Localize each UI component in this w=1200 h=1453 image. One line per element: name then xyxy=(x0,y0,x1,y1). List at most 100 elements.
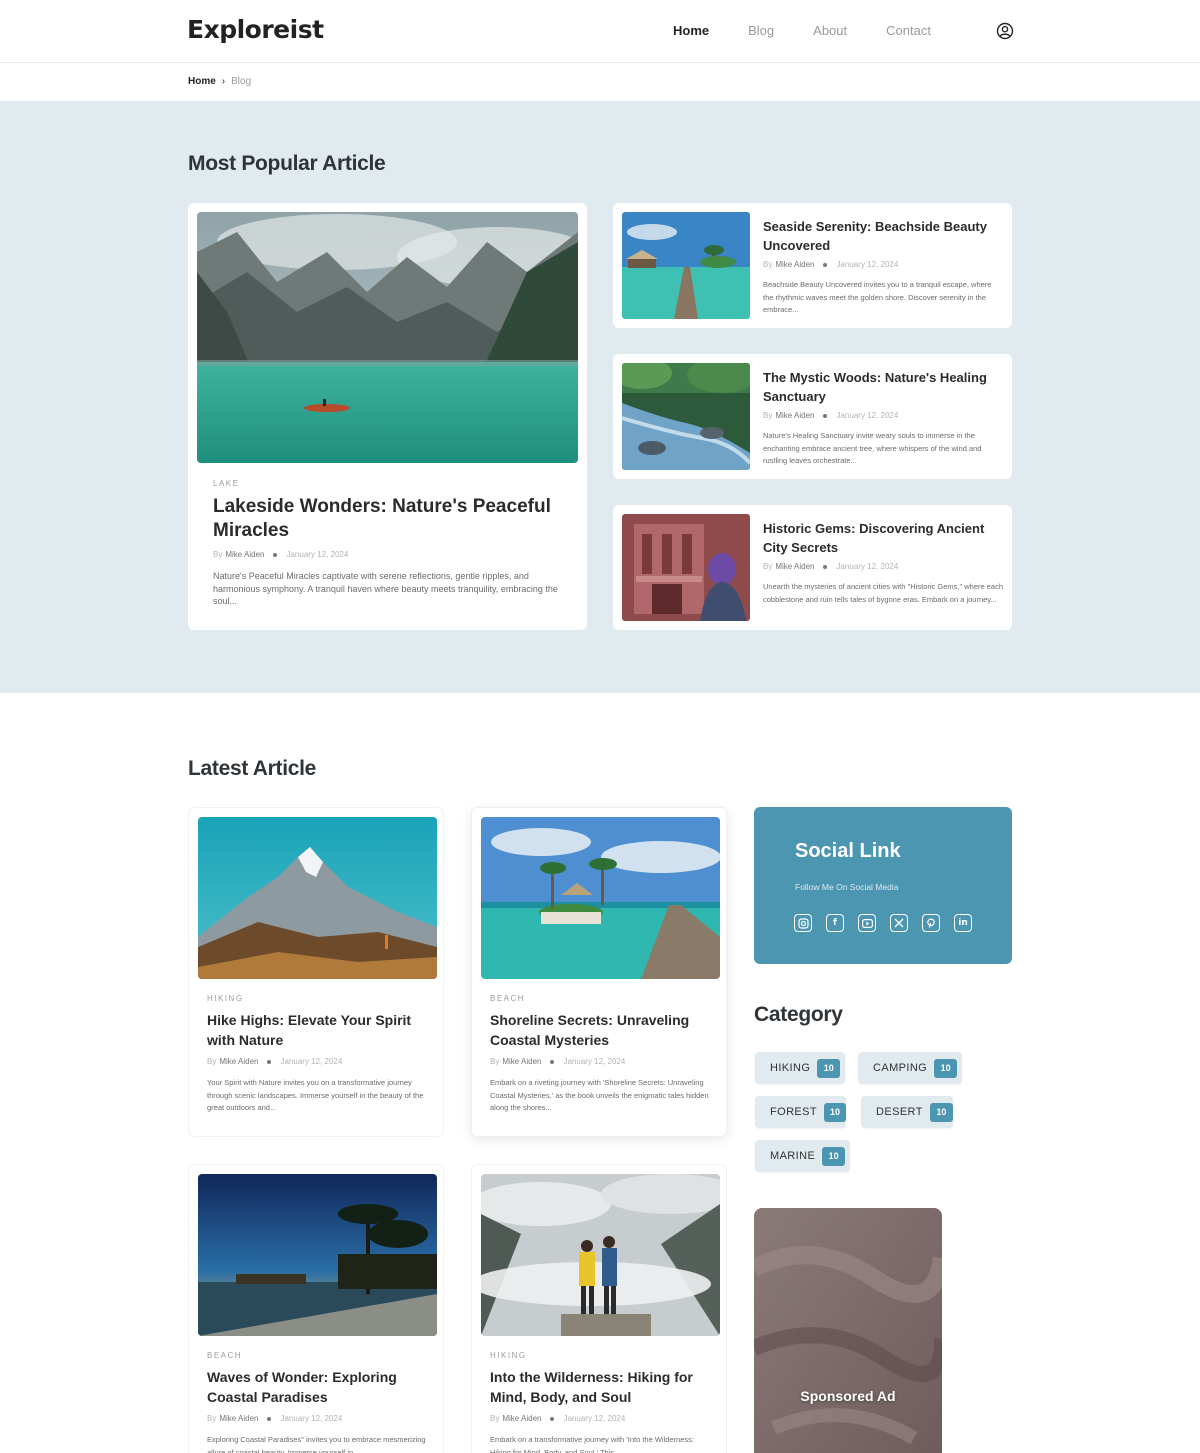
article-meta: By Mike Aiden January 12, 2024 xyxy=(763,411,898,420)
article-title[interactable]: Shoreline Secrets: Unraveling Coastal My… xyxy=(490,1010,715,1050)
meta-date: January 12, 2024 xyxy=(280,1057,343,1066)
category-count-badge: 10 xyxy=(824,1102,846,1122)
article-image[interactable] xyxy=(481,1174,720,1336)
meta-dot xyxy=(823,564,828,569)
category-label: HIKING xyxy=(770,1062,811,1074)
meta-date: January 12, 2024 xyxy=(836,562,899,571)
category-label: MARINE xyxy=(770,1150,816,1162)
breadcrumb-current: Blog xyxy=(231,76,252,87)
nav-blog[interactable]: Blog xyxy=(748,23,774,38)
meta-by: By xyxy=(763,260,773,269)
latest-heading: Latest Article xyxy=(188,757,317,780)
facebook-icon[interactable]: f xyxy=(826,914,844,932)
article-excerpt: Unearth the mysteries of ancient cities … xyxy=(763,582,1003,604)
meta-dot xyxy=(823,262,828,267)
meta-dot xyxy=(550,1416,555,1421)
youtube-icon[interactable] xyxy=(858,914,876,932)
category-count-badge: 10 xyxy=(929,1102,953,1122)
meta-author[interactable]: Mike Aiden xyxy=(502,1414,541,1423)
article-meta: By Mike Aiden January 12, 2024 xyxy=(207,1414,342,1423)
sponsored-ad-label: Sponsored Ad xyxy=(800,1388,896,1404)
category-chip-camping[interactable]: CAMPING 10 xyxy=(858,1052,962,1084)
meta-date: January 12, 2024 xyxy=(563,1057,626,1066)
meta-author[interactable]: Mike Aiden xyxy=(775,411,814,420)
article-meta: By Mike Aiden January 12, 2024 xyxy=(763,260,898,269)
latest-article-card[interactable]: HIKING Into the Wilderness: Hiking for M… xyxy=(471,1164,727,1453)
category-heading: Category xyxy=(754,1003,843,1026)
social-title: Social Link xyxy=(795,840,901,862)
social-link-box: Social Link Follow Me On Social Media f … xyxy=(754,807,1012,964)
latest-article-card[interactable]: BEACH Shoreline Secrets: Unraveling Coas… xyxy=(471,807,727,1137)
latest-article-card[interactable]: BEACH Waves of Wonder: Exploring Coastal… xyxy=(188,1164,444,1453)
category-count-badge: 10 xyxy=(817,1058,841,1078)
meta-date: January 12, 2024 xyxy=(280,1414,343,1423)
article-image[interactable] xyxy=(198,817,437,979)
site-logo[interactable]: Exploreist xyxy=(187,15,324,44)
x-icon[interactable] xyxy=(890,914,908,932)
latest-article-card[interactable]: HIKING Hike Highs: Elevate Your Spirit w… xyxy=(188,807,444,1137)
meta-author[interactable]: Mike Aiden xyxy=(219,1057,258,1066)
meta-dot xyxy=(267,1416,272,1421)
popular-section xyxy=(0,101,1200,693)
meta-author[interactable]: Mike Aiden xyxy=(225,550,264,559)
nav-about[interactable]: About xyxy=(813,23,847,38)
meta-by: By xyxy=(763,562,773,571)
breadcrumb-home[interactable]: Home xyxy=(188,76,216,87)
article-title[interactable]: Hike Highs: Elevate Your Spirit with Nat… xyxy=(207,1010,432,1050)
article-image[interactable] xyxy=(622,514,750,621)
featured-article-image[interactable] xyxy=(197,212,578,463)
popular-side-card[interactable]: Historic Gems: Discovering Ancient City … xyxy=(613,505,1012,630)
meta-dot xyxy=(550,1059,555,1064)
article-image[interactable] xyxy=(481,817,720,979)
article-tag: HIKING xyxy=(490,1351,527,1360)
nav-contact[interactable]: Contact xyxy=(886,23,931,38)
social-subtitle: Follow Me On Social Media xyxy=(795,882,899,892)
article-title[interactable]: Waves of Wonder: Exploring Coastal Parad… xyxy=(207,1367,432,1407)
article-title[interactable]: Into the Wilderness: Hiking for Mind, Bo… xyxy=(490,1367,715,1407)
meta-by: By xyxy=(490,1414,500,1423)
meta-dot xyxy=(267,1059,272,1064)
category-chip-forest[interactable]: FOREST 10 xyxy=(755,1096,846,1128)
pinterest-icon[interactable] xyxy=(922,914,940,932)
category-chip-desert[interactable]: DESERT 10 xyxy=(861,1096,953,1128)
article-tag: BEACH xyxy=(207,1351,243,1360)
meta-by: By xyxy=(490,1057,500,1066)
article-excerpt: Your Spirit with Nature invites you on a… xyxy=(207,1078,424,1112)
meta-author[interactable]: Mike Aiden xyxy=(775,260,814,269)
article-excerpt: Exploring Coastal Paradises" invites you… xyxy=(207,1435,426,1453)
meta-dot xyxy=(823,413,828,418)
linkedin-icon[interactable]: in xyxy=(954,914,972,932)
article-title[interactable]: Seaside Serenity: Beachside Beauty Uncov… xyxy=(763,217,998,255)
article-tag: LAKE xyxy=(213,479,240,488)
popular-side-card[interactable]: Seaside Serenity: Beachside Beauty Uncov… xyxy=(613,203,1012,328)
category-chip-marine[interactable]: MARINE 10 xyxy=(755,1140,850,1172)
popular-side-card[interactable]: The Mystic Woods: Nature's Healing Sanct… xyxy=(613,354,1012,479)
meta-author[interactable]: Mike Aiden xyxy=(502,1057,541,1066)
breadcrumb: Home › Blog xyxy=(188,76,251,87)
site-header: Exploreist Home Blog About Contact xyxy=(0,0,1200,63)
meta-author[interactable]: Mike Aiden xyxy=(775,562,814,571)
article-meta: By Mike Aiden January 12, 2024 xyxy=(490,1057,625,1066)
meta-date: January 12, 2024 xyxy=(836,260,899,269)
article-title[interactable]: Historic Gems: Discovering Ancient City … xyxy=(763,519,998,557)
category-chip-hiking[interactable]: HIKING 10 xyxy=(755,1052,845,1084)
meta-by: By xyxy=(213,550,223,559)
meta-date: January 12, 2024 xyxy=(563,1414,626,1423)
nav-home[interactable]: Home xyxy=(673,23,709,38)
article-meta: By Mike Aiden January 12, 2024 xyxy=(763,562,898,571)
meta-dot xyxy=(273,552,278,557)
featured-article-card[interactable]: LAKE Lakeside Wonders: Nature's Peaceful… xyxy=(188,203,587,630)
article-title[interactable]: The Mystic Woods: Nature's Healing Sanct… xyxy=(763,368,998,406)
meta-date: January 12, 2024 xyxy=(836,411,899,420)
article-image[interactable] xyxy=(622,363,750,470)
user-circle-icon[interactable] xyxy=(996,22,1014,40)
meta-author[interactable]: Mike Aiden xyxy=(219,1414,258,1423)
article-image[interactable] xyxy=(198,1174,437,1336)
article-title[interactable]: Lakeside Wonders: Nature's Peaceful Mira… xyxy=(213,495,563,543)
meta-date: January 12, 2024 xyxy=(286,550,349,559)
article-excerpt: Nature's Healing Sanctuary invite weary … xyxy=(763,431,982,465)
article-image[interactable] xyxy=(622,212,750,319)
article-excerpt: Nature's Peaceful Miracles captivate wit… xyxy=(213,571,558,606)
sponsored-ad[interactable]: Sponsored Ad xyxy=(754,1208,942,1453)
instagram-icon[interactable] xyxy=(794,914,812,932)
